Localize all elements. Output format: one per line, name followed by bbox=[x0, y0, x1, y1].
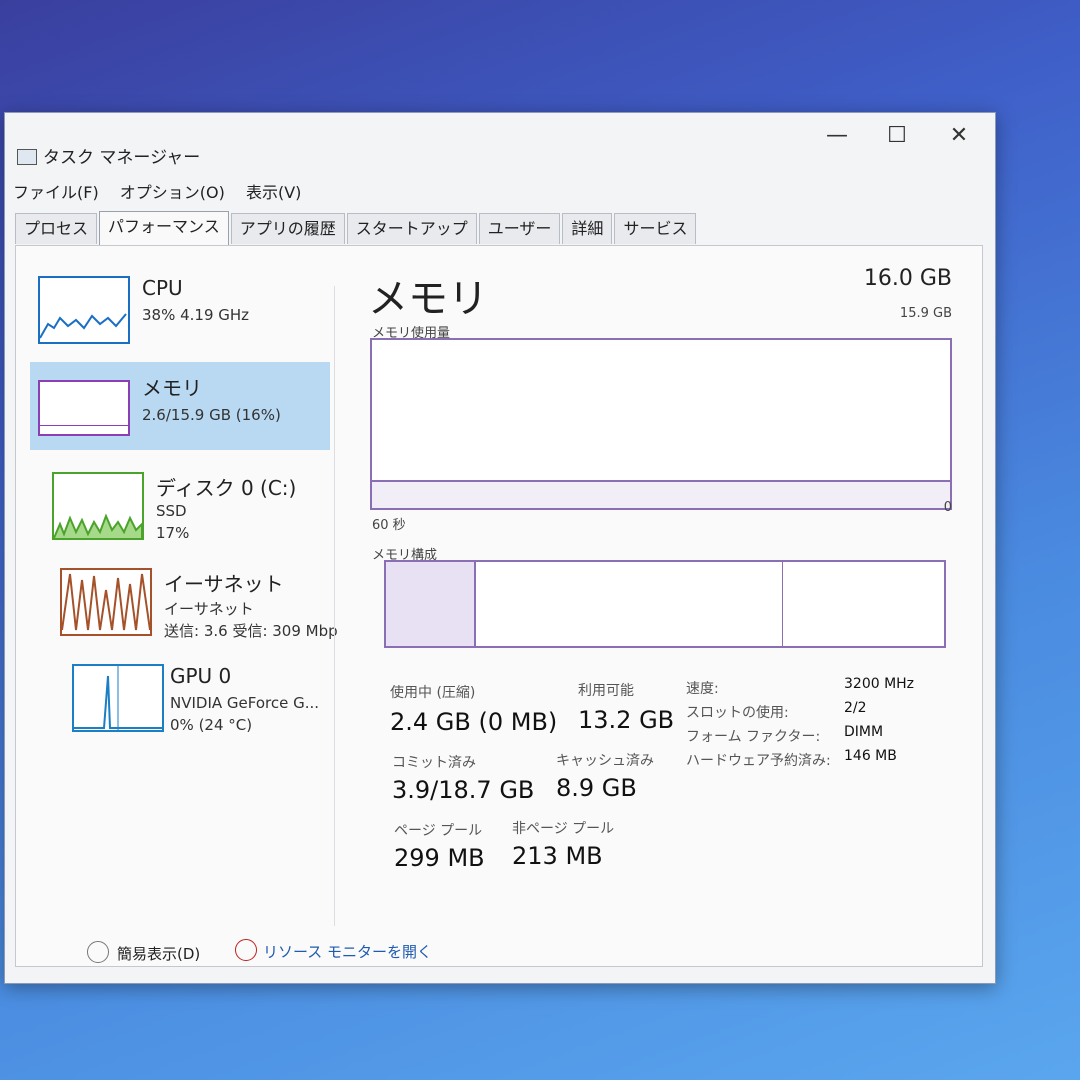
sidebar-item-label: イーサネット bbox=[164, 572, 284, 596]
sidebar-divider bbox=[334, 286, 335, 926]
memory-mini-graph bbox=[38, 380, 130, 436]
sidebar-item-label: メモリ bbox=[142, 376, 202, 400]
spec-value: 146 MB bbox=[844, 748, 897, 764]
close-button[interactable]: ✕ bbox=[937, 121, 981, 151]
ethernet-mini-graph bbox=[60, 568, 152, 636]
performance-panel: CPU 38% 4.19 GHz メモリ 2.6/15.9 GB (16%) デ… bbox=[15, 245, 983, 967]
sidebar-item-sub: 2.6/15.9 GB (16%) bbox=[142, 406, 281, 424]
sidebar-item-label: GPU 0 bbox=[170, 664, 232, 688]
in-use-label: 使用中 (圧縮) bbox=[390, 685, 476, 701]
spec-label: ハードウェア予約済み: bbox=[686, 753, 831, 769]
resource-sidebar: CPU 38% 4.19 GHz メモリ 2.6/15.9 GB (16%) デ… bbox=[16, 246, 338, 966]
committed-label: コミット済み bbox=[392, 755, 476, 771]
spec-value: 3200 MHz bbox=[844, 676, 915, 692]
available-value: 13.2 GB bbox=[578, 706, 675, 734]
sidebar-item-cpu[interactable]: CPU 38% 4.19 GHz bbox=[30, 266, 330, 354]
memory-composition-bar bbox=[384, 560, 946, 648]
sidebar-item-sub: NVIDIA GeForce G... bbox=[170, 694, 320, 712]
sidebar-item-sub: 送信: 3.6 受信: 309 Mbp bbox=[164, 622, 338, 640]
sidebar-item-gpu[interactable]: GPU 0 NVIDIA GeForce G... 0% (24 °C) bbox=[30, 654, 330, 742]
page-title: メモリ bbox=[368, 276, 488, 322]
tab-processes[interactable]: プロセス bbox=[15, 213, 98, 244]
available-label: 利用可能 bbox=[578, 683, 634, 699]
sidebar-item-ethernet[interactable]: イーサネット イーサネット 送信: 3.6 受信: 309 Mbp bbox=[30, 558, 338, 646]
graph-max-label: 15.9 GB bbox=[899, 306, 952, 321]
paged-pool-label: ページ プール bbox=[394, 823, 483, 839]
chevron-up-icon[interactable] bbox=[87, 941, 109, 963]
tab-app-history[interactable]: アプリの履歴 bbox=[230, 213, 345, 244]
task-manager-app-icon bbox=[17, 149, 37, 165]
sidebar-item-sub: 17% bbox=[156, 524, 190, 542]
sidebar-item-sub: 0% (24 °C) bbox=[170, 716, 253, 734]
sidebar-item-sub: 38% 4.19 GHz bbox=[142, 306, 250, 324]
committed-value: 3.9/18.7 GB bbox=[392, 776, 535, 804]
spec-value: 2/2 bbox=[844, 700, 867, 716]
menu-bar: ファイル(F) オプション(O) 表示(V) bbox=[13, 179, 317, 203]
sidebar-item-sub: イーサネット bbox=[164, 600, 254, 618]
tab-bar: プロセス パフォーマンス アプリの履歴 スタートアップ ユーザー 詳細 サービス bbox=[15, 211, 698, 246]
disk-mini-graph bbox=[52, 472, 144, 540]
spec-label: スロットの使用: bbox=[686, 705, 789, 721]
tab-users[interactable]: ユーザー bbox=[478, 213, 561, 244]
memory-usage-graph bbox=[370, 338, 952, 510]
spec-value: DIMM bbox=[844, 724, 884, 740]
gpu-mini-graph bbox=[72, 664, 164, 732]
in-use-value: 2.4 GB (0 MB) bbox=[390, 708, 558, 736]
spec-label: フォーム ファクター: bbox=[686, 729, 821, 745]
tab-details[interactable]: 詳細 bbox=[562, 213, 613, 244]
nonpaged-pool-label: 非ページ プール bbox=[512, 821, 615, 837]
cpu-mini-graph bbox=[38, 276, 130, 344]
graph-min-label: 0 bbox=[943, 500, 952, 515]
tab-services[interactable]: サービス bbox=[614, 213, 697, 244]
menu-view[interactable]: 表示(V) bbox=[246, 183, 301, 202]
nonpaged-pool-value: 213 MB bbox=[512, 842, 603, 870]
sidebar-item-sub: SSD bbox=[156, 502, 187, 520]
task-manager-window: タスク マネージャー — ☐ ✕ ファイル(F) オプション(O) 表示(V) … bbox=[4, 112, 996, 984]
open-resource-monitor-link[interactable]: リソース モニターを開く bbox=[263, 941, 432, 962]
memory-detail: メモリ 16.0 GB メモリ使用量 15.9 GB 60 秒 0 メモリ構成 … bbox=[356, 246, 976, 966]
maximize-button[interactable]: ☐ bbox=[875, 121, 919, 151]
sidebar-item-label: ディスク 0 (C:) bbox=[156, 476, 297, 500]
sidebar-item-disk[interactable]: ディスク 0 (C:) SSD 17% bbox=[30, 462, 330, 550]
window-title: タスク マネージャー bbox=[43, 148, 201, 168]
sidebar-item-memory[interactable]: メモリ 2.6/15.9 GB (16%) bbox=[30, 362, 330, 450]
sidebar-item-label: CPU bbox=[142, 276, 183, 300]
tab-performance[interactable]: パフォーマンス bbox=[99, 211, 229, 246]
menu-options[interactable]: オプション(O) bbox=[120, 183, 225, 202]
minimize-button[interactable]: — bbox=[815, 121, 859, 151]
cached-value: 8.9 GB bbox=[556, 774, 637, 802]
resource-monitor-icon[interactable] bbox=[235, 939, 257, 961]
cached-label: キャッシュ済み bbox=[556, 753, 654, 769]
fewer-details-link[interactable]: 簡易表示(D) bbox=[117, 943, 200, 964]
tab-startup[interactable]: スタートアップ bbox=[346, 213, 477, 244]
graph-time-label: 60 秒 bbox=[372, 518, 406, 533]
spec-label: 速度: bbox=[686, 681, 719, 697]
menu-file[interactable]: ファイル(F) bbox=[13, 183, 99, 202]
paged-pool-value: 299 MB bbox=[394, 844, 485, 872]
total-memory: 16.0 GB bbox=[863, 266, 952, 291]
